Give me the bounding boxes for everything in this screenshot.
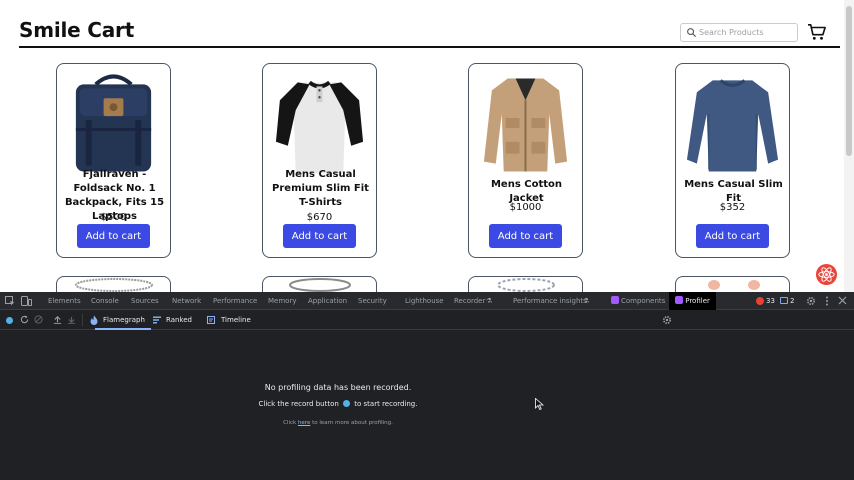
product-card[interactable]: Mens Cotton Jacket $1000 Add to cart — [468, 63, 583, 258]
reload-and-profile-icon[interactable] — [20, 315, 29, 324]
devtools-panel: Elements Console Sources Network Perform… — [0, 292, 854, 480]
search-icon — [687, 28, 697, 38]
brand-title[interactable]: Smile Cart — [19, 18, 134, 42]
product-price: $500 — [100, 212, 127, 223]
tab-console[interactable]: Console — [91, 292, 119, 310]
record-button-inline[interactable] — [343, 400, 351, 407]
load-profile-icon[interactable] — [53, 315, 62, 324]
flask-icon: ⚗ — [583, 297, 590, 305]
inspect-element-icon[interactable] — [5, 296, 15, 306]
product-name[interactable]: Mens Casual Premium Slim Fit T-Shirts — [269, 168, 372, 210]
product-price: $670 — [306, 212, 333, 223]
empty-state-title: No profiling data has been recorded. — [264, 383, 412, 392]
device-toolbar-icon[interactable] — [21, 296, 32, 306]
learn-more-after: to learn more about profiling. — [312, 420, 393, 426]
profiler-toolbar: Flamegraph Ranked Timeline — [0, 310, 854, 330]
error-icon[interactable] — [756, 297, 764, 305]
product-card-partial[interactable] — [675, 276, 790, 292]
product-image-backpack — [75, 74, 152, 172]
learn-more-line: Click here to learn more about profiling… — [0, 420, 676, 426]
product-image-longsleeve — [686, 79, 779, 172]
product-card-partial[interactable] — [56, 276, 171, 292]
add-to-cart-button[interactable]: Add to cart — [696, 224, 769, 248]
instruction-before: Click the record button — [258, 400, 339, 408]
tab-recorder[interactable]: Recorder — [454, 292, 485, 310]
add-to-cart-button[interactable]: Add to cart — [77, 224, 150, 248]
product-image-jacket — [483, 78, 568, 172]
product-card[interactable]: Fjallraven - Foldsack No. 1 Backpack, Fi… — [56, 63, 171, 258]
react-components-icon — [611, 296, 619, 304]
web-page: Smile Cart Fjallraven - Foldsack No. 1 B — [0, 0, 854, 292]
toolbar-divider — [82, 314, 83, 326]
tab-flamegraph[interactable]: Flamegraph — [95, 310, 151, 330]
message-count[interactable]: 2 — [790, 292, 794, 310]
more-options-icon[interactable] — [824, 296, 830, 306]
devtools-tab-bar: Elements Console Sources Network Perform… — [0, 292, 854, 310]
tab-lighthouse[interactable]: Lighthouse — [405, 292, 444, 310]
tab-profiler[interactable]: Profiler — [669, 292, 716, 310]
add-to-cart-button[interactable]: Add to cart — [489, 224, 562, 248]
error-count[interactable]: 33 — [766, 292, 775, 310]
product-card[interactable]: Mens Casual Slim Fit $352 Add to cart — [675, 63, 790, 258]
site-header: Smile Cart — [19, 0, 840, 48]
search-box[interactable] — [680, 23, 798, 42]
tab-application[interactable]: Application — [308, 292, 347, 310]
learn-more-link[interactable]: here — [298, 420, 310, 426]
message-icon[interactable] — [780, 297, 788, 304]
flame-icon — [90, 315, 98, 325]
search-input[interactable] — [699, 25, 795, 40]
product-image-partial — [708, 280, 760, 290]
product-price: $352 — [719, 202, 746, 213]
instruction-after: to start recording. — [354, 400, 418, 408]
tab-performance[interactable]: Performance — [213, 292, 257, 310]
tab-ranked[interactable]: Ranked — [166, 310, 192, 330]
timeline-icon — [207, 316, 215, 324]
tab-memory[interactable]: Memory — [268, 292, 296, 310]
profiler-settings-icon[interactable] — [662, 315, 672, 325]
product-image-partial — [289, 278, 351, 292]
flask-icon: ⚗ — [486, 297, 493, 305]
react-devtools-icon[interactable] — [815, 263, 838, 286]
scrollbar-thumb[interactable] — [846, 6, 852, 156]
product-card[interactable]: Mens Casual Premium Slim Fit T-Shirts $6… — [262, 63, 377, 258]
tab-timeline[interactable]: Timeline — [221, 310, 251, 330]
tab-sources[interactable]: Sources — [131, 292, 159, 310]
tab-components[interactable]: Components — [621, 292, 665, 310]
tab-performance-insights[interactable]: Performance insights — [513, 292, 587, 310]
settings-gear-icon[interactable] — [806, 296, 816, 306]
tab-security[interactable]: Security — [358, 292, 387, 310]
tab-network[interactable]: Network — [172, 292, 201, 310]
close-icon[interactable] — [838, 296, 847, 305]
react-profiler-icon — [675, 296, 683, 304]
tab-profiler-label: Profiler — [685, 297, 710, 305]
learn-more-before: Click — [283, 420, 297, 426]
product-image-tshirt — [275, 80, 364, 174]
product-card-partial[interactable] — [468, 276, 583, 292]
product-image-partial — [497, 278, 555, 292]
empty-state-instruction: Click the record button to start recordi… — [0, 400, 676, 408]
shopping-cart-icon[interactable] — [807, 23, 827, 41]
product-image-partial — [75, 278, 153, 292]
product-card-partial[interactable] — [262, 276, 377, 292]
product-price: $1000 — [509, 202, 542, 213]
clear-profile-icon[interactable] — [34, 315, 43, 324]
add-to-cart-button[interactable]: Add to cart — [283, 224, 356, 248]
save-profile-icon[interactable] — [67, 315, 76, 324]
record-button[interactable] — [6, 317, 13, 324]
mouse-pointer-icon — [535, 398, 544, 410]
ranked-icon — [153, 316, 161, 324]
page-scrollbar[interactable] — [844, 0, 854, 292]
tab-elements[interactable]: Elements — [48, 292, 81, 310]
